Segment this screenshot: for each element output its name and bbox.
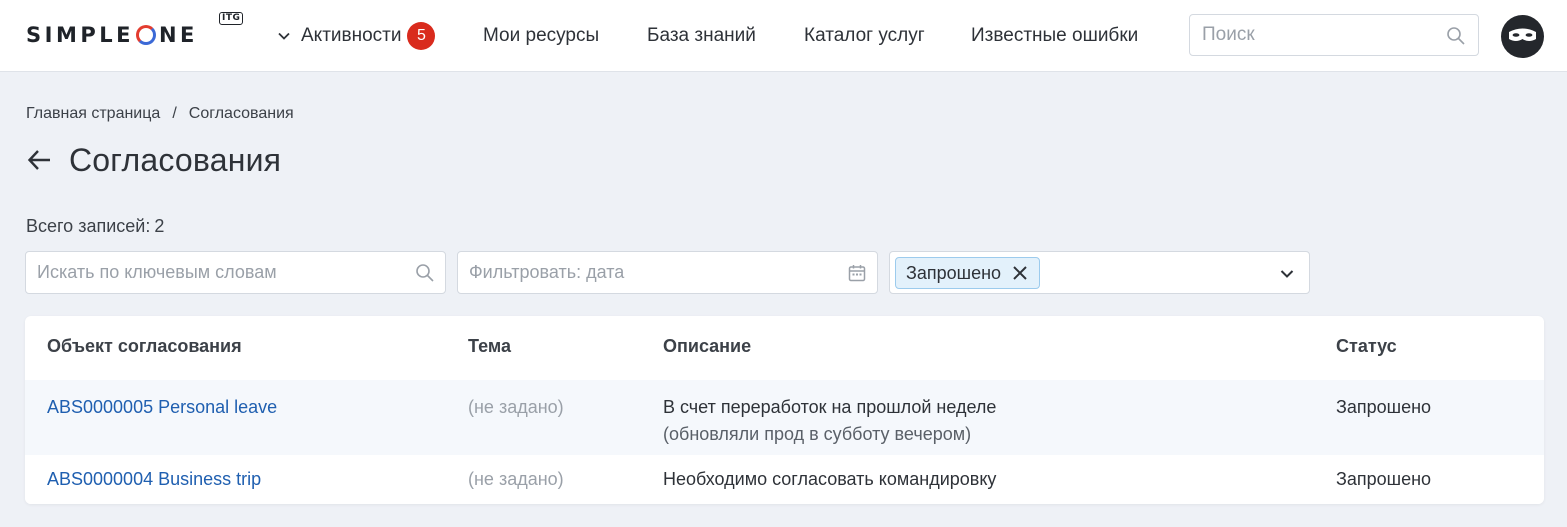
nav-service-catalog[interactable]: Каталог услуг xyxy=(804,0,925,72)
status-cell: Запрошено xyxy=(1336,397,1432,417)
breadcrumb-separator: / xyxy=(172,105,177,122)
keyword-search-input[interactable] xyxy=(26,252,445,293)
close-icon[interactable] xyxy=(1011,264,1029,282)
top-header: SIMPLE NE ITG Активности 5 Мои ресурсы Ба… xyxy=(0,0,1567,72)
nav-known-errors-label: Известные ошибки xyxy=(971,25,1139,46)
breadcrumb-current: Согласования xyxy=(188,105,294,122)
logo-badge: ITG xyxy=(219,12,244,25)
nav-my-resources[interactable]: Мои ресурсы xyxy=(483,0,599,72)
table-row[interactable]: ABS0000005 Personal leave (не задано) В … xyxy=(25,380,1544,455)
theme-cell: (не задано) xyxy=(468,397,564,417)
logo-text-simple: SIMPLE xyxy=(26,23,134,47)
chevron-down-icon xyxy=(278,32,290,40)
user-avatar[interactable] xyxy=(1501,15,1544,58)
search-icon[interactable] xyxy=(1446,26,1466,46)
approval-object-link[interactable]: ABS0000005 Personal leave xyxy=(47,394,277,421)
approval-object-link[interactable]: ABS0000004 Business trip xyxy=(47,466,261,493)
nav-knowledge-base-label: База знаний xyxy=(647,25,756,46)
global-search xyxy=(1189,14,1479,56)
activities-count-badge: 5 xyxy=(407,22,436,50)
nav-known-errors[interactable]: Известные ошибки xyxy=(971,0,1138,72)
breadcrumb: Главная страница / Согласования xyxy=(26,105,294,123)
table-row[interactable]: ABS0000004 Business trip (не задано) Нео… xyxy=(25,455,1544,504)
column-header-description[interactable]: Описание xyxy=(663,336,751,357)
search-icon[interactable] xyxy=(415,263,435,283)
status-cell: Запрошено xyxy=(1336,469,1432,489)
nav-activities-label: Активности xyxy=(301,25,402,46)
date-filter-input[interactable] xyxy=(458,252,877,293)
page-title: Согласования xyxy=(69,141,282,178)
status-filter[interactable]: Запрошено xyxy=(889,251,1310,294)
breadcrumb-home[interactable]: Главная страница xyxy=(26,105,160,123)
avatar-mask-icon xyxy=(1509,28,1536,41)
total-records: Всего записей: 2 xyxy=(26,216,164,237)
logo[interactable]: SIMPLE NE ITG xyxy=(26,12,244,48)
nav-my-resources-label: Мои ресурсы xyxy=(483,25,600,46)
status-chip: Запрошено xyxy=(895,257,1041,289)
theme-cell: (не задано) xyxy=(468,469,564,489)
total-records-count: 2 xyxy=(154,216,165,236)
description-cell: В счет переработок на прошлой неделе (об… xyxy=(663,394,996,448)
approvals-table: Объект согласования Тема Описание Статус… xyxy=(25,316,1544,504)
global-search-input[interactable] xyxy=(1190,15,1478,55)
calendar-icon[interactable] xyxy=(847,263,867,283)
nav-activities[interactable]: Активности 5 xyxy=(277,0,436,72)
title-row: Согласования xyxy=(26,140,281,180)
chevron-down-icon[interactable] xyxy=(1279,266,1295,282)
nav-service-catalog-label: Каталог услуг xyxy=(804,25,925,46)
arrow-left-icon[interactable] xyxy=(26,146,54,174)
column-header-object[interactable]: Объект согласования xyxy=(47,336,242,357)
logo-text-ne: NE xyxy=(158,23,198,47)
logo-o-icon xyxy=(135,25,156,45)
status-chip-label: Запрошено xyxy=(906,262,1002,283)
column-header-status[interactable]: Статус xyxy=(1336,336,1397,357)
description-line: (обновляли прод в субботу вечером) xyxy=(663,424,972,444)
nav-knowledge-base[interactable]: База знаний xyxy=(647,0,756,72)
keyword-filter xyxy=(25,251,446,294)
total-records-label: Всего записей: xyxy=(26,216,151,236)
date-filter xyxy=(457,251,878,294)
description-line: В счет переработок на прошлой неделе xyxy=(663,397,997,417)
description-cell: Необходимо согласовать командировку xyxy=(663,469,997,489)
column-header-theme[interactable]: Тема xyxy=(468,336,511,357)
